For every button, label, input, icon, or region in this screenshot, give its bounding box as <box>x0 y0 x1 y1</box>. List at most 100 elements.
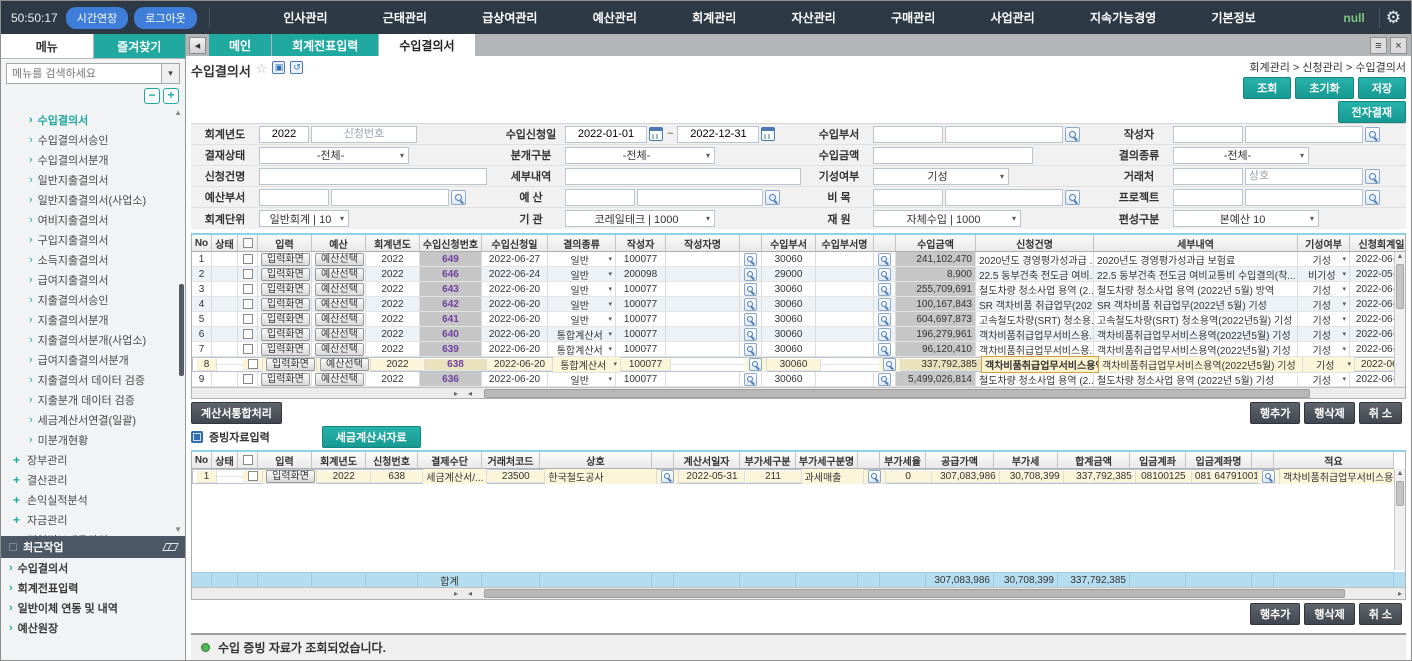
date-to-input[interactable] <box>677 126 759 143</box>
project-code-input[interactable] <box>1173 189 1243 206</box>
budget-name-input[interactable] <box>637 189 763 206</box>
g1-cell-completion[interactable]: 기성▾ <box>1303 357 1355 373</box>
topnav-item[interactable]: 지속가능경영 <box>1090 9 1156 26</box>
project-name-input[interactable] <box>1245 189 1363 206</box>
e-approval-button[interactable]: 전자결재 <box>1338 101 1406 123</box>
sidebar-item[interactable]: ›수입결의서분개 <box>1 150 185 170</box>
sidebar-item[interactable]: ›일반지출결의서(사업소) <box>1 190 185 210</box>
g1-cell-completion[interactable]: 기성▾ <box>1298 282 1350 297</box>
g1-row-3[interactable]: 3입력화면예산선택20226432022-06-20일반▾10007730060… <box>192 282 1405 297</box>
search-icon[interactable] <box>744 268 757 281</box>
search-icon[interactable] <box>765 190 780 205</box>
sidebar-item[interactable]: ›급여지출결의서분개 <box>1 350 185 370</box>
scroll-right-icon[interactable]: ▸ <box>454 588 458 599</box>
g1-cell-decision[interactable]: 통합계산서▾ <box>548 327 616 342</box>
g1-row-checkbox[interactable] <box>243 284 253 294</box>
favorite-star-icon[interactable]: ☆ <box>256 61 268 77</box>
invoice-merge-button[interactable]: 계산서통합처리 <box>191 402 282 424</box>
reset-button[interactable]: 초기화 <box>1295 77 1353 99</box>
fiscal-year-input[interactable] <box>259 126 309 143</box>
tab-menu[interactable]: 메뉴 <box>1 34 94 58</box>
g1-input-button[interactable]: 입력화면 <box>261 283 310 296</box>
g1-row-checkbox[interactable] <box>243 254 253 264</box>
budget-code-input[interactable] <box>565 189 635 206</box>
g1-cell-completion[interactable]: 기성▾ <box>1298 372 1350 387</box>
scroll-up-icon[interactable]: ▲ <box>1395 252 1405 262</box>
g1-input-button[interactable]: 입력화면 <box>261 298 310 311</box>
g1-budget-button[interactable]: 예산선택 <box>315 343 364 356</box>
topnav-item[interactable]: 회계관리 <box>692 9 736 26</box>
recent-item[interactable]: ›수입결의서 <box>1 558 185 578</box>
menu-search-input[interactable] <box>7 64 161 83</box>
vertical-scrollbar[interactable]: ▲ <box>1394 469 1405 570</box>
search-icon[interactable] <box>883 358 896 371</box>
delete-row-button[interactable]: 행삭제 <box>1304 402 1354 424</box>
search-icon[interactable] <box>1365 190 1380 205</box>
tab-수입결의서[interactable]: 수입결의서 <box>379 34 474 56</box>
g1-row-8[interactable]: 8입력화면예산선택20226382022-06-20통합계산서▾10007730… <box>192 357 1405 372</box>
sidebar-item[interactable]: ›소득지출결의서 <box>1 250 185 270</box>
topnav-item[interactable]: 급상여관리 <box>482 9 537 26</box>
g1-cell-decision[interactable]: 일반▾ <box>548 282 616 297</box>
g1-cell-decision[interactable]: 통합계산서▾ <box>548 342 616 357</box>
cancel-button[interactable]: 취 소 <box>1359 402 1402 424</box>
topnav-item[interactable]: 근태관리 <box>383 9 427 26</box>
sidebar-item[interactable]: ›수입결의서 <box>1 110 185 130</box>
g1-budget-button[interactable]: 예산선택 <box>315 268 364 281</box>
g1-cell-decision[interactable]: 일반▾ <box>548 267 616 282</box>
search-icon[interactable] <box>749 358 762 371</box>
g1-budget-button[interactable]: 예산선택 <box>320 358 369 371</box>
tab-회계전표입력[interactable]: 회계전표입력 <box>272 34 378 56</box>
topnav-item[interactable]: 예산관리 <box>593 9 637 26</box>
chevron-down-icon[interactable]: ▾ <box>161 64 179 83</box>
recent-item[interactable]: ›일반이체 연동 및 내역 <box>1 598 185 618</box>
topnav-item[interactable]: 자산관리 <box>792 9 836 26</box>
sidebar-item[interactable]: ›지출결의서분개 <box>1 310 185 330</box>
sidebar-group[interactable]: +자금관리 <box>1 510 185 530</box>
tab-메인[interactable]: 메인 <box>209 34 271 56</box>
sidebar-group[interactable]: +손익실적분석 <box>1 490 185 510</box>
writer-code-input[interactable] <box>1173 126 1243 143</box>
close-icon[interactable]: × <box>1390 37 1407 54</box>
search-icon[interactable] <box>744 298 757 311</box>
org-select[interactable]: 코레일테크 | 1000▾ <box>565 210 715 227</box>
g1-cell-completion[interactable]: 기성▾ <box>1298 342 1350 357</box>
screen-icon[interactable]: ▣ <box>272 61 285 74</box>
tab-favorites[interactable]: 즐겨찾기 <box>94 34 186 58</box>
topnav-item[interactable]: 인사관리 <box>283 9 327 26</box>
search-icon[interactable] <box>1365 127 1380 142</box>
search-icon[interactable] <box>1065 190 1080 205</box>
delete-row-button[interactable]: 행삭제 <box>1304 603 1354 625</box>
gear-icon[interactable]: ⚙ <box>1386 8 1401 28</box>
g1-budget-button[interactable]: 예산선택 <box>315 298 364 311</box>
g1-input-button[interactable]: 입력화면 <box>261 343 310 356</box>
search-icon[interactable] <box>744 283 757 296</box>
sidebar-item[interactable]: ›지출분개 데이터 검증 <box>1 390 185 410</box>
g1-cell-completion[interactable]: 기성▾ <box>1298 297 1350 312</box>
search-icon[interactable] <box>744 343 757 356</box>
sidebar-item[interactable]: ›지출결의서 데이터 검증 <box>1 370 185 390</box>
g1-budget-button[interactable]: 예산선택 <box>315 373 364 386</box>
search-icon[interactable] <box>744 373 757 386</box>
g1-cell-decision[interactable]: 일반▾ <box>548 312 616 327</box>
sidebar-item[interactable]: ›급여지출결의서 <box>1 270 185 290</box>
g2-row-1[interactable]: 1입력화면2022638세금계산서/...23500한국철도공사2022-05-… <box>192 469 1405 484</box>
g1-budget-button[interactable]: 예산선택 <box>315 283 364 296</box>
calendar-icon[interactable] <box>649 127 663 141</box>
topnav-item[interactable]: 구매관리 <box>891 9 935 26</box>
g1-row-checkbox[interactable] <box>243 314 253 324</box>
scroll-left-icon[interactable]: ◂ <box>468 388 472 399</box>
tax-invoice-button[interactable]: 세금계산서자료 <box>322 426 421 448</box>
g2-input-button[interactable]: 입력화면 <box>266 470 315 483</box>
horizontal-scrollbar[interactable]: ▸ ◂ ▸ <box>192 587 1405 599</box>
search-icon[interactable] <box>744 313 757 326</box>
g1-cell-completion[interactable]: 비기성▾ <box>1298 267 1350 282</box>
recent-item[interactable]: ›예산원장 <box>1 618 185 638</box>
budget-class-select[interactable]: 본예산 10▾ <box>1173 210 1319 227</box>
g1-cell-completion[interactable]: 기성▾ <box>1298 252 1350 267</box>
g1-input-button[interactable]: 입력화면 <box>261 373 310 386</box>
g1-row-checkbox[interactable] <box>243 269 253 279</box>
decision-type-select[interactable]: -전체-▾ <box>1173 147 1309 164</box>
request-no-input[interactable] <box>311 126 417 143</box>
sidebar-item[interactable]: ›미분개현황 <box>1 430 185 450</box>
